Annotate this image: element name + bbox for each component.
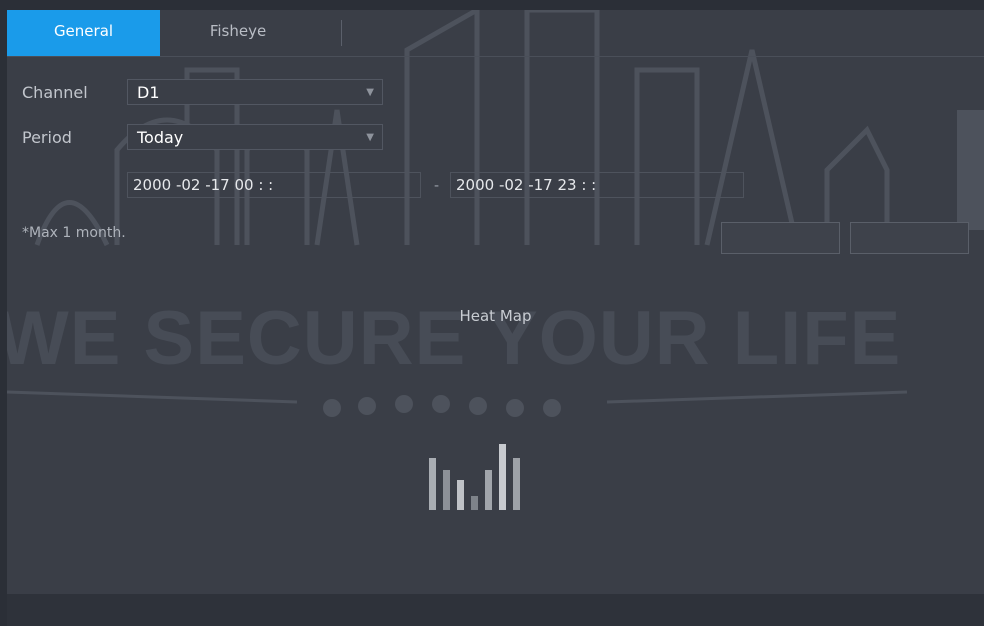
heatmap-bar bbox=[485, 470, 492, 510]
heatmap-bar bbox=[513, 458, 520, 510]
heatmap-bar bbox=[457, 480, 464, 510]
end-time-input[interactable]: 2000 -02 -17 23 : : bbox=[450, 172, 744, 198]
period-label: Period bbox=[22, 128, 72, 147]
heatmap-bar bbox=[471, 496, 478, 510]
dropdown-arrow-icon: ▼ bbox=[366, 132, 374, 143]
max-range-note: *Max 1 month. bbox=[22, 225, 126, 241]
bottom-bar bbox=[7, 594, 984, 626]
period-select[interactable]: Today ▼ bbox=[127, 124, 383, 150]
channel-value: D1 bbox=[137, 83, 160, 102]
heatmap-title: Heat Map bbox=[459, 307, 532, 325]
action-button-2[interactable] bbox=[850, 222, 969, 254]
tab-fisheye[interactable]: Fisheye bbox=[160, 10, 316, 56]
channel-select[interactable]: D1 ▼ bbox=[127, 79, 383, 105]
heatmap-bar bbox=[499, 444, 506, 510]
time-range-separator: - bbox=[434, 178, 440, 194]
heatmap-panel: WE SECURE YOUR LIFE General Fisheye Chan… bbox=[7, 10, 984, 626]
period-value: Today bbox=[137, 128, 184, 147]
start-time-input[interactable]: 2000 -02 -17 00 : : bbox=[127, 172, 421, 198]
tab-bar: General Fisheye bbox=[7, 10, 984, 57]
tab-general[interactable]: General bbox=[7, 10, 160, 56]
heatmap-bar bbox=[443, 470, 450, 510]
action-button-1[interactable] bbox=[721, 222, 840, 254]
background-watermark: WE SECURE YOUR LIFE bbox=[7, 10, 984, 430]
channel-label: Channel bbox=[22, 83, 88, 102]
dropdown-arrow-icon: ▼ bbox=[366, 87, 374, 98]
heatmap-bars-icon bbox=[427, 430, 567, 510]
skyline-watermark-icon bbox=[7, 10, 984, 417]
tab-divider bbox=[341, 20, 342, 46]
heatmap-bar bbox=[429, 458, 436, 510]
